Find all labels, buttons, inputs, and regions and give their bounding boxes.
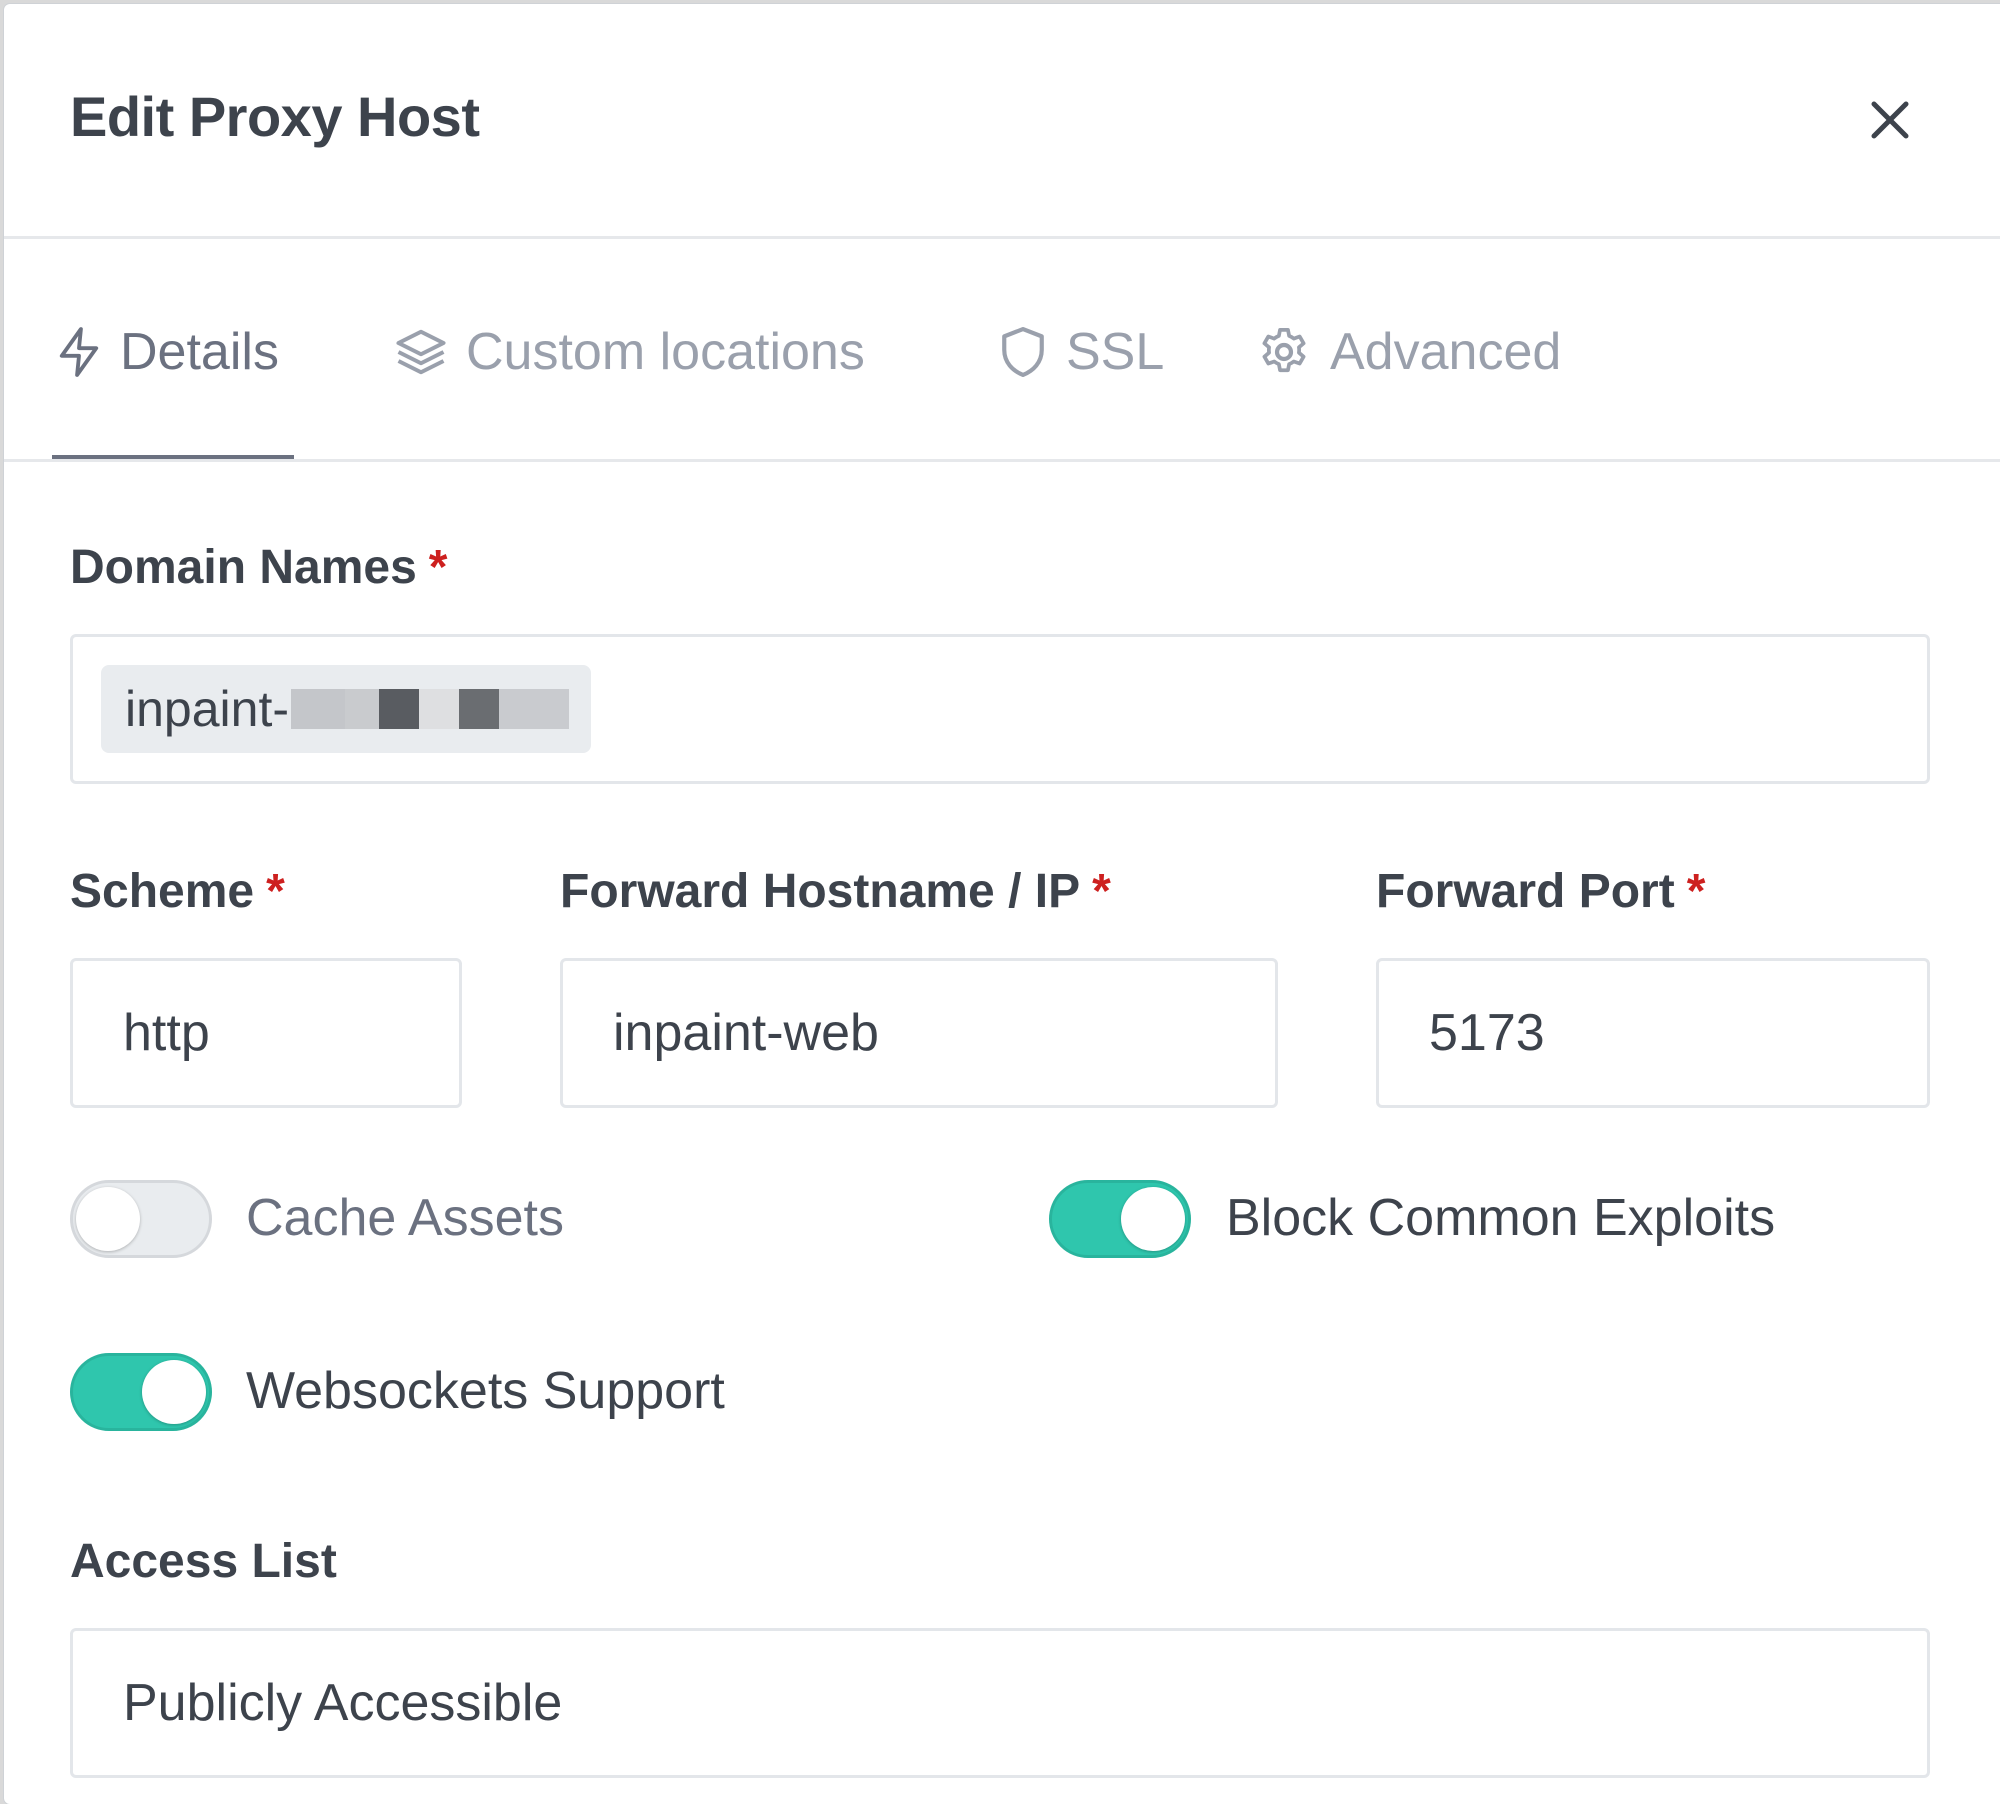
toggle-knob — [76, 1187, 140, 1251]
tab-details[interactable]: Details — [56, 317, 279, 387]
tab-ssl[interactable]: SSL — [998, 317, 1164, 387]
tab-advanced-label: Advanced — [1330, 323, 1562, 381]
tab-ssl-label: SSL — [1066, 323, 1165, 381]
gear-icon — [1262, 327, 1306, 373]
required-mark: * — [1686, 865, 1706, 918]
domain-chip-text: inpaint- — [125, 681, 289, 737]
websockets-support-toggle[interactable] — [70, 1353, 212, 1431]
forward-hostname-label-text: Forward Hostname / IP — [560, 865, 1081, 918]
forward-hostname-input[interactable]: inpaint-web — [560, 958, 1278, 1108]
lightning-icon — [59, 327, 99, 377]
block-common-exploits-toggle[interactable] — [1049, 1180, 1191, 1258]
redacted-text — [291, 689, 569, 729]
tab-bar: Details Custom locations SSL Advanced — [4, 239, 2000, 462]
close-button[interactable] — [1862, 92, 1918, 148]
access-list-value: Publicly Accessible — [123, 1674, 563, 1732]
tab-advanced[interactable]: Advanced — [1256, 317, 1561, 387]
shield-icon — [1002, 327, 1044, 377]
cache-assets-label[interactable]: Cache Assets — [246, 1188, 564, 1248]
forward-port-label: Forward Port * — [1376, 864, 1705, 919]
required-mark: * — [428, 541, 448, 594]
toggle-knob — [1121, 1187, 1185, 1251]
forward-port-label-text: Forward Port — [1376, 865, 1675, 918]
required-mark: * — [1092, 865, 1111, 918]
domain-names-label-text: Domain Names — [70, 541, 417, 594]
forward-port-value: 5173 — [1429, 1004, 1545, 1062]
scheme-input[interactable]: http — [70, 958, 462, 1108]
tab-custom-locations-label: Custom locations — [466, 323, 865, 381]
active-tab-indicator — [52, 455, 294, 459]
domain-names-input[interactable]: inpaint- — [70, 634, 1930, 784]
scheme-label: Scheme * — [70, 864, 285, 919]
tab-custom-locations[interactable]: Custom locations — [394, 317, 865, 387]
forward-port-input[interactable]: 5173 — [1376, 958, 1930, 1108]
block-common-exploits-label[interactable]: Block Common Exploits — [1226, 1188, 1775, 1248]
forward-hostname-label: Forward Hostname / IP * — [560, 864, 1111, 919]
close-icon — [1871, 101, 1909, 139]
forward-hostname-value: inpaint-web — [613, 1004, 879, 1062]
modal-header: Edit Proxy Host — [4, 4, 2000, 239]
required-mark: * — [266, 865, 285, 918]
layers-icon — [396, 329, 446, 375]
cache-assets-toggle[interactable] — [70, 1180, 212, 1258]
modal-title: Edit Proxy Host — [70, 85, 480, 148]
edit-proxy-host-modal: Edit Proxy Host Details Custom locations — [4, 4, 2000, 1804]
websockets-support-label[interactable]: Websockets Support — [246, 1361, 725, 1421]
scheme-value: http — [123, 1004, 210, 1062]
scheme-label-text: Scheme — [70, 865, 255, 918]
access-list-label: Access List — [70, 1535, 337, 1588]
domain-chip[interactable]: inpaint- — [101, 665, 591, 753]
toggle-knob — [142, 1360, 206, 1424]
tab-details-label: Details — [120, 323, 279, 381]
domain-names-label: Domain Names * — [70, 540, 447, 595]
access-list-select[interactable]: Publicly Accessible — [70, 1628, 1930, 1778]
